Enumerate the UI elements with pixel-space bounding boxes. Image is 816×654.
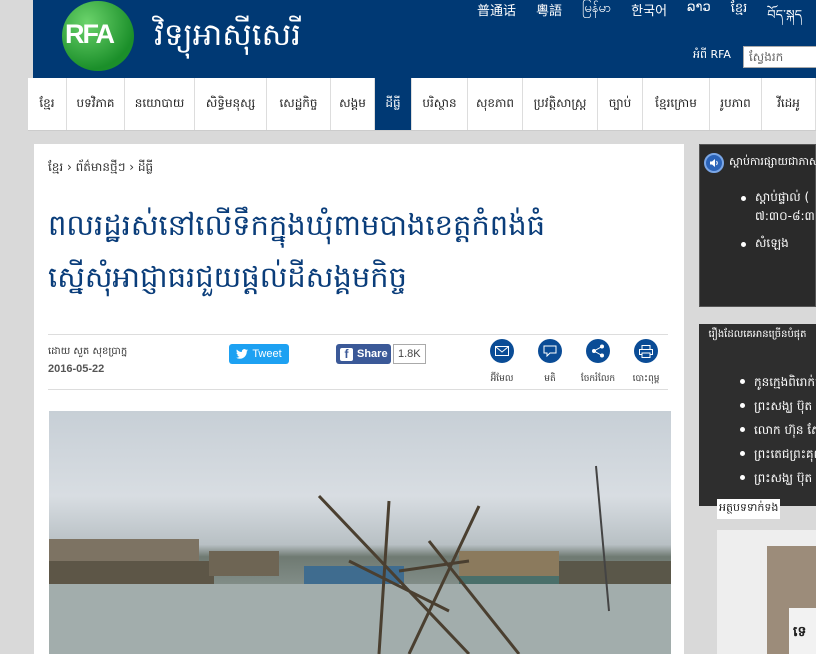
- twitter-icon: [236, 349, 249, 359]
- language-bar: 普通话 粵語 မြန်မာ 한국어 ລາວ ខ្មែរ བོད་སྐད: [477, 0, 816, 37]
- most-read-item[interactable]: កូនក្មេងពិរោក់ជា: [699, 372, 816, 396]
- email-label: អ៊ីមែល: [490, 374, 514, 384]
- tweet-button[interactable]: Tweet: [229, 344, 289, 364]
- lang-link-lao[interactable]: ລາວ: [687, 0, 711, 37]
- lang-link-tibetan[interactable]: བོད་སྐད: [767, 0, 802, 37]
- nav-item-environment[interactable]: បរិស្ថាន: [412, 78, 468, 130]
- lang-link-cantonese[interactable]: 粵語: [536, 0, 562, 37]
- article-title: ពលរដ្ឋរស់នៅលើទឹកក្នុងឃុំពាមបាងខេត្តកំពង់…: [48, 208, 546, 294]
- most-read-item[interactable]: ព្រះសង្ឃ ប៊ុត ប៊ុ: [699, 468, 816, 492]
- byline: ដោយ សួត សុខប្រាក្ន 2016-05-22 Tweet f Sh…: [48, 334, 668, 390]
- listen-title: ស្ដាប់ការផ្សាយជាភាសាខ្មែរ: [729, 155, 816, 168]
- nav-item-history[interactable]: ប្រវត្តិសាស្ត្រ: [523, 78, 598, 130]
- site-header: RFA វិទ្យុអាស៊ីសេរី 普通话 粵語 မြန်မာ 한국어 ລາ…: [33, 0, 816, 78]
- related-image-sign: ទេ: [789, 608, 816, 654]
- nav-item-photos[interactable]: រូបភាព: [710, 78, 762, 130]
- related-articles-label: អត្ថបទទាក់ទង: [717, 499, 781, 519]
- listen-time: ៧:៣០-៨:៣: [755, 209, 815, 223]
- print-tool[interactable]: បោះពុម្ព: [624, 339, 668, 386]
- listen-audio-link[interactable]: សំឡេង: [700, 235, 789, 253]
- article-tools: អ៊ីមែល មតិ ចែករំលែក បោះពុម្ព: [480, 339, 668, 389]
- share-label: Share: [357, 348, 388, 360]
- fishing-trap-poles: [317, 465, 610, 654]
- most-read-item[interactable]: ព្រះតេជព្រះគុណ: [699, 444, 816, 468]
- rfa-logo[interactable]: RFA: [62, 1, 134, 71]
- tweet-label: Tweet: [252, 348, 282, 360]
- listen-panel: ស្ដាប់ការផ្សាយជាភាសាខ្មែរ ស្ដាប់ផ្ទាល់ (…: [699, 144, 816, 307]
- share-icon: [592, 344, 604, 358]
- lang-link-burmese[interactable]: မြန်မာ: [582, 0, 611, 37]
- print-label: បោះពុម្ព: [632, 374, 660, 384]
- facebook-icon: f: [340, 347, 353, 361]
- most-read-panel: រឿងដែលគេអានច្រើនបំផុត កូនក្មេងពិរោក់ជា ព…: [699, 324, 816, 506]
- listen-live-link[interactable]: ស្ដាប់ផ្ទាល់ (: [700, 189, 809, 207]
- print-icon: [639, 344, 653, 358]
- lang-link-korean[interactable]: 한국어: [631, 0, 667, 37]
- search-input[interactable]: ស្វែងរក: [743, 46, 816, 68]
- publish-date: 2016-05-22: [48, 363, 105, 375]
- nav-item-khmer[interactable]: ខ្មែរ: [28, 78, 67, 130]
- related-article-image: ទេ: [767, 546, 816, 654]
- nav-item-law[interactable]: ច្បាប់: [598, 78, 643, 130]
- share-count: 1.8K: [393, 344, 426, 364]
- article-card: ខ្មែរ › ព័ត៌មានថ្មីៗ › ដីធ្លី ពលរដ្ឋរស់ន…: [34, 144, 684, 654]
- share-tool[interactable]: ចែករំលែក: [576, 339, 620, 386]
- nav-item-society[interactable]: សង្គម: [331, 78, 375, 130]
- nav-item-video[interactable]: វីដេអូ: [762, 78, 816, 130]
- main-nav: ខ្មែរ បទវិភាគ នយោបាយ សិទ្ធិមនុស្ស សេដ្ឋក…: [28, 78, 816, 131]
- nav-item-analysis[interactable]: បទវិភាគ: [67, 78, 125, 130]
- nav-item-khmer-krom[interactable]: ខ្មែរក្រោម: [643, 78, 710, 130]
- logo-text: RFA: [65, 19, 115, 49]
- nav-item-economy[interactable]: សេដ្ឋកិច្ច: [267, 78, 331, 130]
- related-article-card[interactable]: ទេ: [717, 530, 816, 654]
- listen-header[interactable]: ស្ដាប់ការផ្សាយជាភាសាខ្មែរ: [704, 153, 816, 173]
- speaker-icon: [704, 153, 724, 173]
- most-read-item[interactable]: ព្រះសង្ឃ ប៊ុត ប៊ុ: [699, 396, 816, 420]
- about-rfa-link[interactable]: អំពី RFA: [693, 48, 731, 64]
- lang-link-mandarin[interactable]: 普通话: [477, 0, 516, 37]
- site-name[interactable]: វិទ្យុអាស៊ីសេរី: [154, 16, 301, 61]
- facebook-share-button[interactable]: f Share: [336, 344, 391, 364]
- most-read-title: រឿងដែលគេអានច្រើនបំផុត: [708, 329, 807, 340]
- author: ដោយ សួត សុខប្រាក្ន: [48, 346, 128, 357]
- nav-item-land[interactable]: ដីធ្លី: [375, 78, 412, 130]
- breadcrumb[interactable]: ខ្មែរ › ព័ត៌មានថ្មីៗ › ដីធ្លី: [48, 159, 153, 177]
- email-tool[interactable]: អ៊ីមែល: [480, 339, 524, 386]
- most-read-item[interactable]: លោក ហ៊ុន សែន: [699, 420, 816, 444]
- nav-item-health[interactable]: សុខភាព: [468, 78, 523, 130]
- comment-icon: [543, 345, 557, 357]
- article-photo: [49, 411, 671, 654]
- nav-item-human-rights[interactable]: សិទ្ធិមនុស្ស: [195, 78, 267, 130]
- email-icon: [495, 346, 509, 356]
- comment-label: មតិ: [544, 374, 556, 384]
- share-tool-label: ចែករំលែក: [580, 374, 616, 384]
- nav-item-politics[interactable]: នយោបាយ: [125, 78, 195, 130]
- lang-link-khmer[interactable]: ខ្មែរ: [731, 0, 748, 37]
- comment-tool[interactable]: មតិ: [528, 339, 572, 386]
